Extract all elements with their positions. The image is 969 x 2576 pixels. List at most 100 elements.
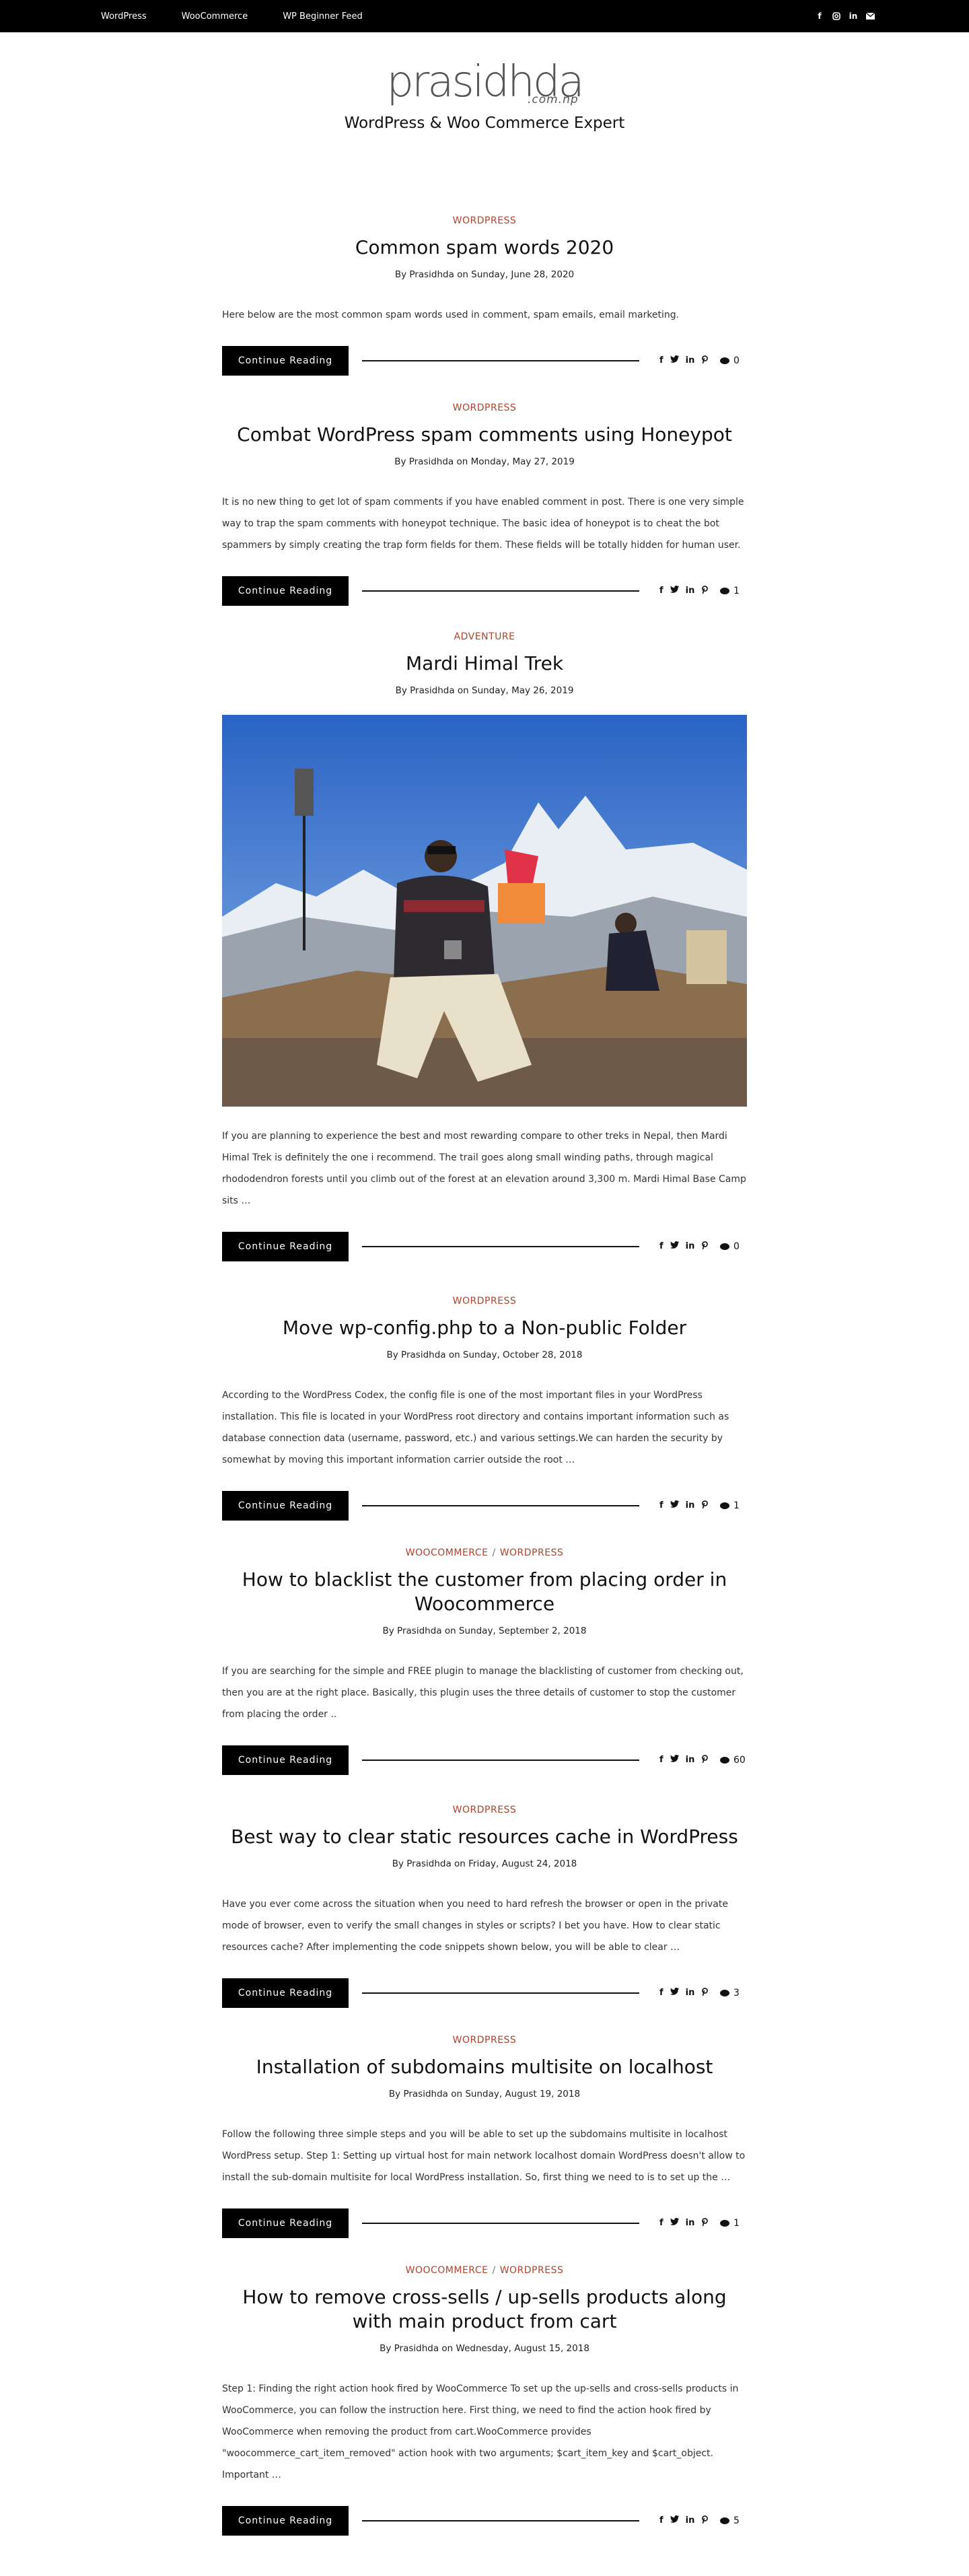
category-link[interactable]: WORDPRESS <box>500 2265 564 2276</box>
linkedin-share-icon[interactable]: in <box>686 355 695 366</box>
post-categories: WORDPRESS <box>222 2035 747 2046</box>
nav-link-wp-beginner-feed[interactable]: WP Beginner Feed <box>283 11 363 22</box>
twitter-share-icon[interactable] <box>670 1988 679 1998</box>
instagram-icon[interactable] <box>832 11 841 21</box>
linkedin-share-icon[interactable]: in <box>686 2515 695 2526</box>
comment-count-value: 1 <box>733 586 740 596</box>
post-title[interactable]: Best way to clear static resources cache… <box>222 1825 747 1849</box>
linkedin-share-icon[interactable]: in <box>686 1988 695 1998</box>
post-categories: WORDPRESS <box>222 1296 747 1307</box>
post-title[interactable]: Mardi Himal Trek <box>222 652 747 676</box>
twitter-share-icon[interactable] <box>670 2218 679 2229</box>
facebook-share-icon[interactable]: f <box>659 355 663 366</box>
post-meta: By Prasidhda on Sunday, June 28, 2020 <box>394 269 575 280</box>
post-card: WORDPRESS Best way to clear static resou… <box>222 1805 747 2008</box>
comment-count[interactable]: 3 <box>720 1988 747 1998</box>
post-meta: By Prasidhda on Sunday, October 28, 2018 <box>386 1350 583 1360</box>
pinterest-share-icon[interactable] <box>701 1988 709 1998</box>
share-icons: f in <box>659 2515 720 2526</box>
twitter-share-icon[interactable] <box>670 586 679 596</box>
linkedin-share-icon[interactable]: in <box>686 1241 695 1252</box>
category-link[interactable]: WOOCOMMERCE <box>406 1547 489 1558</box>
post-categories: WORDPRESS <box>222 215 747 226</box>
nav-link-woocommerce[interactable]: WooCommerce <box>182 11 248 22</box>
category-link[interactable]: WORDPRESS <box>453 2035 517 2046</box>
category-link[interactable]: WORDPRESS <box>453 403 517 413</box>
facebook-share-icon[interactable]: f <box>659 2515 663 2526</box>
pinterest-share-icon[interactable] <box>701 2218 709 2229</box>
comment-count-value: 0 <box>733 355 740 366</box>
divider-line <box>362 2520 639 2521</box>
post-card: WOOCOMMERCE / WORDPRESS How to blacklist t… <box>222 1547 747 1775</box>
category-link[interactable]: ADVENTURE <box>454 631 515 642</box>
category-link[interactable]: WORDPRESS <box>453 1296 517 1307</box>
continue-reading-button[interactable]: Continue Reading <box>222 1745 349 1775</box>
post-title[interactable]: Installation of subdomains multisite on … <box>222 2055 747 2079</box>
twitter-share-icon[interactable] <box>670 1241 679 1252</box>
twitter-share-icon[interactable] <box>670 1500 679 1511</box>
comment-count[interactable]: 1 <box>720 2218 747 2229</box>
category-link[interactable]: WOOCOMMERCE <box>406 2265 489 2276</box>
comment-count[interactable]: 1 <box>720 1500 747 1511</box>
comment-count[interactable]: 60 <box>720 1755 747 1766</box>
category-link[interactable]: WORDPRESS <box>500 1547 564 1558</box>
twitter-share-icon[interactable] <box>670 1755 679 1766</box>
comment-count-value: 0 <box>733 1241 740 1252</box>
divider-line <box>362 1246 639 1247</box>
post-meta: By Prasidhda on Sunday, May 26, 2019 <box>395 685 574 696</box>
continue-reading-button[interactable]: Continue Reading <box>222 1978 349 2008</box>
post-excerpt: Follow the following three simple steps … <box>222 2129 746 2183</box>
category-link[interactable]: WORDPRESS <box>453 215 517 226</box>
mail-icon[interactable] <box>865 11 875 21</box>
post-actions: Continue Reading f in 1 <box>222 2208 747 2238</box>
post-title[interactable]: Move wp-config.php to a Non-public Folde… <box>222 1316 747 1340</box>
continue-reading-button[interactable]: Continue Reading <box>222 346 349 376</box>
facebook-share-icon[interactable]: f <box>659 2218 663 2229</box>
top-nav: WordPress WooCommerce WP Beginner Feed <box>101 11 363 22</box>
facebook-share-icon[interactable]: f <box>659 1500 663 1511</box>
comment-count[interactable]: 0 <box>720 1241 747 1252</box>
pinterest-share-icon[interactable] <box>701 1241 709 1252</box>
pinterest-share-icon[interactable] <box>701 2515 709 2526</box>
nav-link-wordpress[interactable]: WordPress <box>101 11 147 22</box>
post-actions: Continue Reading f in 3 <box>222 1978 747 2008</box>
linkedin-share-icon[interactable]: in <box>686 2218 695 2229</box>
linkedin-share-icon[interactable]: in <box>686 1755 695 1766</box>
pinterest-share-icon[interactable] <box>701 1755 709 1766</box>
post-title[interactable]: How to blacklist the customer from placi… <box>222 1568 747 1616</box>
category-link[interactable]: WORDPRESS <box>453 1805 517 1815</box>
continue-reading-button[interactable]: Continue Reading <box>222 1491 349 1521</box>
post-card: WORDPRESS Combat WordPress spam comments… <box>222 403 747 606</box>
post-title[interactable]: Common spam words 2020 <box>222 236 747 260</box>
continue-reading-button[interactable]: Continue Reading <box>222 576 349 606</box>
comment-count[interactable]: 1 <box>720 586 747 596</box>
pinterest-share-icon[interactable] <box>701 586 709 596</box>
facebook-icon[interactable]: f <box>815 11 824 21</box>
post-title[interactable]: Combat WordPress spam comments using Hon… <box>222 423 747 447</box>
twitter-share-icon[interactable] <box>670 355 679 366</box>
linkedin-share-icon[interactable]: in <box>686 586 695 596</box>
post-actions: Continue Reading f in 1 <box>222 576 747 606</box>
post-title[interactable]: How to remove cross-sells / up-sells pro… <box>222 2285 747 2334</box>
continue-reading-button[interactable]: Continue Reading <box>222 1232 349 1261</box>
post-featured-image[interactable] <box>222 715 747 1107</box>
pinterest-share-icon[interactable] <box>701 355 709 366</box>
share-icons: f in <box>659 1241 720 1252</box>
comment-icon <box>720 2220 729 2227</box>
facebook-share-icon[interactable]: f <box>659 1755 663 1766</box>
comment-count[interactable]: 0 <box>720 355 747 366</box>
linkedin-share-icon[interactable]: in <box>686 1500 695 1511</box>
facebook-share-icon[interactable]: f <box>659 1241 663 1252</box>
continue-reading-button[interactable]: Continue Reading <box>222 2208 349 2238</box>
pinterest-share-icon[interactable] <box>701 1500 709 1511</box>
comment-icon <box>720 1757 729 1764</box>
comment-count[interactable]: 5 <box>720 2515 747 2526</box>
share-icons: f in <box>659 355 720 366</box>
twitter-share-icon[interactable] <box>670 2515 679 2526</box>
linkedin-icon[interactable]: in <box>849 11 858 21</box>
facebook-share-icon[interactable]: f <box>659 1988 663 1998</box>
post-card: ADVENTURE Mardi Himal Trek By Prasidhda … <box>222 631 747 1261</box>
continue-reading-button[interactable]: Continue Reading <box>222 2506 349 2536</box>
site-logo[interactable]: prasidhda .com.np <box>386 61 584 106</box>
facebook-share-icon[interactable]: f <box>659 586 663 596</box>
